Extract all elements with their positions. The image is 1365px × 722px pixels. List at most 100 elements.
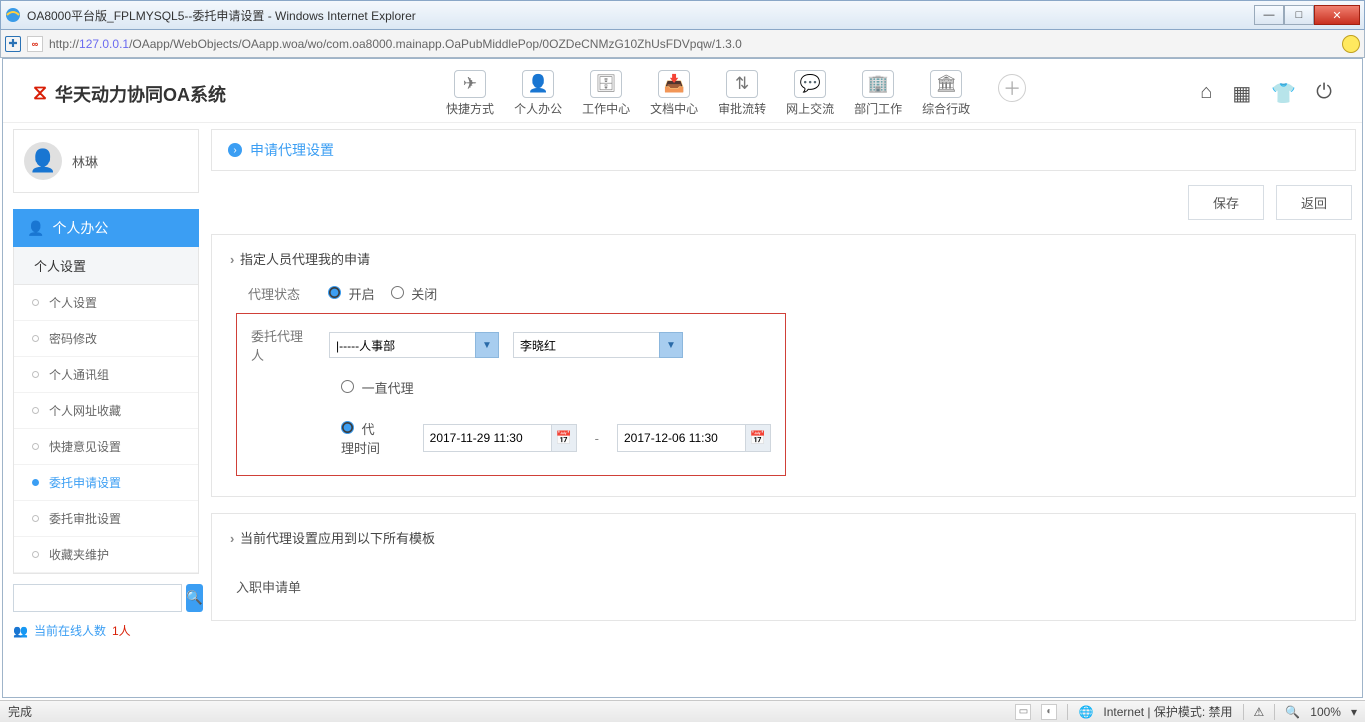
nav-chat[interactable]: 💬网上交流 (786, 70, 834, 117)
window-titlebar: OA8000平台版_FPLMYSQL5--委托申请设置 - Windows In… (0, 0, 1365, 30)
person-icon: 👤 (27, 220, 44, 237)
protected-mode-icon[interactable]: ⚠ (1254, 705, 1265, 719)
paper-plane-icon: ✈ (454, 70, 486, 98)
user-card: 👤 林琳 (13, 129, 199, 193)
sidebar-item-favorites[interactable]: 收藏夹维护 (14, 537, 198, 573)
template-item: 入职申请单 (230, 563, 1337, 600)
radio-always[interactable]: 一直代理 (341, 378, 414, 397)
status-zone: Internet | 保护模式: 禁用 (1103, 703, 1232, 720)
nav-add-button[interactable]: ＋ (998, 74, 1026, 102)
row-status: 代理状态 开启 关闭 (248, 284, 1337, 303)
nav-approval[interactable]: ⇅审批流转 (718, 70, 766, 117)
apps-icon[interactable]: ▦ (1232, 81, 1251, 106)
chat-icon: 💬 (794, 70, 826, 98)
calendar-icon[interactable]: 📅 (551, 424, 577, 452)
dot-icon (32, 407, 39, 414)
favicon: ∞ (27, 36, 43, 52)
combo-department[interactable]: ▼ (329, 332, 499, 358)
radio-time-range[interactable]: 代理时间 (341, 419, 385, 457)
sidebar-menu: 个人设置 个人设置 密码修改 个人通讯组 个人网址收藏 快捷意见设置 委托申请设… (13, 247, 199, 574)
label-delegate: 委托代理人 (251, 326, 315, 364)
home-icon[interactable]: ⌂ (1200, 81, 1212, 106)
zoom-level: 100% (1310, 705, 1341, 719)
dot-icon (32, 515, 39, 522)
panel-title: 申请代理设置 (250, 140, 334, 160)
search-button[interactable]: 🔍 (186, 584, 203, 612)
power-icon[interactable]: ⏻ (1316, 81, 1332, 106)
section-title: 指定人员代理我的申请 (230, 249, 1337, 268)
nav-work[interactable]: 🗄工作中心 (582, 70, 630, 117)
sidebar-search: 🔍 (13, 584, 199, 612)
flow-icon: ⇅ (726, 70, 758, 98)
privacy-icon[interactable]: ◐ (1041, 704, 1057, 720)
zoom-dropdown[interactable]: ▾ (1351, 705, 1357, 719)
smiley-icon[interactable] (1342, 35, 1360, 53)
dept-input[interactable] (329, 332, 475, 358)
avatar: 👤 (24, 142, 62, 180)
zoom-icon[interactable]: 🔍 (1285, 705, 1300, 719)
sidebar-item-delegate-request[interactable]: 委托申请设置 (14, 465, 198, 501)
sidebar: 👤 林琳 👤 个人办公 个人设置 个人设置 密码修改 个人通讯组 个人网址收藏 … (13, 129, 199, 695)
sidebar-item-quick-opinions[interactable]: 快捷意见设置 (14, 429, 198, 465)
url-text[interactable]: http://127.0.0.1/OAapp/WebObjects/OAapp.… (49, 37, 742, 51)
main-panel: › 申请代理设置 保存 返回 指定人员代理我的申请 代理状态 开启 关闭 委托代… (211, 129, 1358, 695)
row-time-range: 代理时间 📅 - 📅 (341, 419, 771, 457)
arrow-circle-icon: › (228, 143, 242, 157)
building-icon: 🏢 (862, 70, 894, 98)
chevron-down-icon[interactable]: ▼ (659, 332, 683, 358)
delegate-config-box: 委托代理人 ▼ ▼ 一直代理 代理时 (236, 313, 786, 476)
close-button[interactable]: ✕ (1314, 5, 1360, 25)
sidebar-item-delegate-approval[interactable]: 委托审批设置 (14, 501, 198, 537)
sidebar-group-title: 个人设置 (14, 247, 198, 285)
dot-icon (32, 335, 39, 342)
people-icon: 👥 (13, 624, 28, 638)
user-name: 林琳 (72, 152, 98, 171)
combo-person[interactable]: ▼ (513, 332, 683, 358)
logo: ⧖ 华天动力协同OA系统 (33, 81, 226, 107)
minimize-button[interactable]: — (1254, 5, 1284, 25)
status-done: 完成 (8, 703, 32, 720)
calendar-icon[interactable]: 📅 (745, 424, 771, 452)
popup-blocker-icon[interactable]: ▭ (1015, 704, 1031, 720)
nav-right-icons: ⌂ ▦ 👕 ⏻ (1200, 81, 1332, 106)
section-templates: 当前代理设置应用到以下所有模板 入职申请单 (211, 513, 1356, 621)
panel-header: › 申请代理设置 (211, 129, 1356, 171)
dot-icon (32, 443, 39, 450)
inbox-icon: 📥 (658, 70, 690, 98)
sidebar-item-contacts[interactable]: 个人通讯组 (14, 357, 198, 393)
sidebar-item-password[interactable]: 密码修改 (14, 321, 198, 357)
sidebar-scroll[interactable]: 个人设置 密码修改 个人通讯组 个人网址收藏 快捷意见设置 委托申请设置 委托审… (14, 285, 198, 573)
save-button[interactable]: 保存 (1188, 185, 1264, 220)
maximize-button[interactable]: □ (1284, 5, 1314, 25)
date-from-box: 📅 (423, 424, 577, 452)
person-icon: 👤 (522, 70, 554, 98)
brand-text: 华天动力协同OA系统 (55, 81, 226, 107)
search-input[interactable] (13, 584, 182, 612)
sidebar-section-title[interactable]: 👤 个人办公 (13, 209, 199, 247)
date-to-input[interactable] (617, 424, 745, 452)
shield-icon[interactable]: ✚ (5, 36, 21, 52)
top-nav: ⧖ 华天动力协同OA系统 ✈快捷方式 👤个人办公 🗄工作中心 📥文档中心 ⇅审批… (3, 59, 1362, 123)
nav-dept[interactable]: 🏢部门工作 (854, 70, 902, 117)
chevron-down-icon[interactable]: ▼ (475, 332, 499, 358)
sidebar-item-personal-settings[interactable]: 个人设置 (14, 285, 198, 321)
radio-status-off[interactable]: 关闭 (391, 284, 438, 303)
person-input[interactable] (513, 332, 659, 358)
back-button[interactable]: 返回 (1276, 185, 1352, 220)
nav-admin[interactable]: 🏛综合行政 (922, 70, 970, 117)
logo-mark-icon: ⧖ (33, 82, 47, 105)
shirt-icon[interactable]: 👕 (1271, 81, 1296, 106)
ie-icon (5, 7, 21, 23)
address-bar: ✚ ∞ http://127.0.0.1/OAapp/WebObjects/OA… (0, 30, 1365, 58)
sidebar-item-bookmarks[interactable]: 个人网址收藏 (14, 393, 198, 429)
row-always: 一直代理 (341, 378, 771, 397)
online-users[interactable]: 👥 当前在线人数 1人 (13, 622, 199, 639)
radio-status-on[interactable]: 开启 (328, 284, 375, 303)
dot-icon (32, 551, 39, 558)
dot-icon (32, 479, 39, 486)
date-from-input[interactable] (423, 424, 551, 452)
nav-docs[interactable]: 📥文档中心 (650, 70, 698, 117)
label-status: 代理状态 (248, 284, 312, 303)
nav-shortcut[interactable]: ✈快捷方式 (446, 70, 494, 117)
nav-personal[interactable]: 👤个人办公 (514, 70, 562, 117)
